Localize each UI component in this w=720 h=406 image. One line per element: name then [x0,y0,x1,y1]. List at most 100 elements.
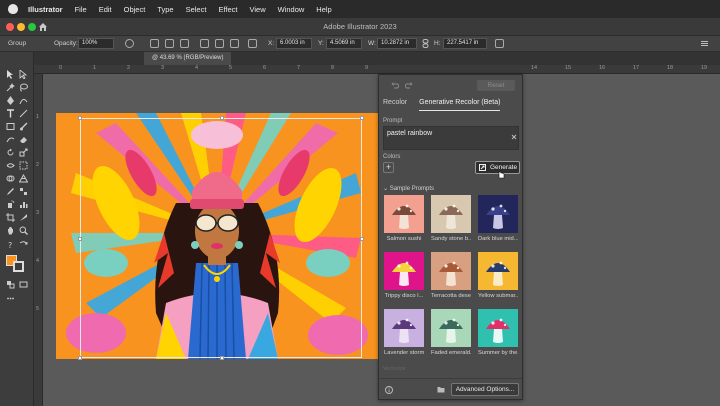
info-icon[interactable] [385,386,393,394]
align-middle-icon[interactable] [215,39,224,48]
hand-tool-icon[interactable] [6,226,15,235]
blend-tool-icon[interactable] [19,187,28,196]
screen-mode-icon[interactable] [19,280,28,289]
w-field[interactable]: 10.2872 in [377,38,417,49]
eyedropper-tool-icon[interactable] [6,187,15,196]
line-segment-tool-icon[interactable] [19,109,28,118]
resize-handle[interactable] [78,237,82,241]
ruler-mark: 5 [36,306,40,312]
sample-prompt-tile[interactable]: Summer by the... [478,309,518,356]
libraries-icon[interactable] [437,386,445,393]
sample-prompt-tile[interactable]: Salmon sushi [384,195,424,242]
prompt-input[interactable]: pastel rainbow [383,126,519,150]
selection-bounding-box[interactable] [78,116,364,360]
reference-point-icon[interactable] [248,39,257,48]
sample-prompt-tile[interactable]: Sandy stone b... [431,195,471,242]
vertical-ruler[interactable]: 1 2 3 4 5 [34,74,43,406]
transform-icon[interactable] [495,39,504,48]
rotate-tool-icon[interactable] [6,148,15,157]
menu-bar: Illustrator File Edit Object Type Select… [0,0,720,18]
resize-handle[interactable] [220,116,224,120]
menu-file[interactable]: File [75,5,87,14]
resize-handle[interactable] [78,116,82,120]
sample-label: Yellow submar... [478,293,518,299]
clear-icon[interactable] [511,134,517,140]
resize-handle[interactable] [220,356,224,360]
width-tool-icon[interactable] [6,161,15,170]
zoom-tool-icon[interactable] [19,226,28,235]
ruler-mark: 0 [59,65,63,71]
edit-toolbar-icon[interactable] [6,294,15,303]
free-transform-tool-icon[interactable] [19,161,28,170]
ruler-mark: 5 [229,65,233,71]
ruler-mark: 18 [667,65,674,71]
menu-select[interactable]: Select [186,5,207,14]
menu-window[interactable]: Window [278,5,305,14]
horizontal-ruler[interactable]: 0 1 2 3 4 5 6 7 8 9 14 15 16 17 18 19 [34,65,720,74]
shaper-tool-icon[interactable] [6,135,15,144]
opacity-field[interactable]: 100% [78,38,114,49]
selection-tool-icon[interactable] [6,70,15,79]
panel-header: Reset [379,75,522,95]
menu-effect[interactable]: Effect [218,5,237,14]
sample-prompt-tile[interactable]: Lavender storm [384,309,424,356]
curvature-tool-icon[interactable] [19,96,28,105]
direct-selection-tool-icon[interactable] [19,70,28,79]
sample-prompt-tile[interactable]: Dark blue mid... [478,195,518,242]
slice-tool-icon[interactable] [19,213,28,222]
menu-edit[interactable]: Edit [99,5,112,14]
pen-tool-icon[interactable] [6,96,15,105]
menu-view[interactable]: View [249,5,265,14]
perspective-grid-tool-icon[interactable] [19,174,28,183]
sample-prompts-header[interactable]: ⌄ Sample Prompts [383,185,434,192]
sample-prompt-tile[interactable]: Terracotta desert [431,252,471,299]
constrain-link-icon[interactable] [421,39,430,48]
fill-stroke-swap-icon[interactable] [19,240,28,249]
type-tool-icon[interactable] [6,109,15,118]
y-field[interactable]: 4.5069 in [326,38,362,49]
resize-handle[interactable] [78,356,82,360]
document-tab[interactable]: @ 43.69 % (RGB/Preview) [144,52,232,65]
advanced-options-button[interactable]: Advanced Options... [451,383,519,396]
undo-icon[interactable] [391,81,399,89]
lasso-tool-icon[interactable] [19,83,28,92]
sample-prompt-tile[interactable]: Faded emerald... [431,309,471,356]
tab-generative-recolor[interactable]: Generative Recolor (Beta) [419,99,501,111]
resize-handle[interactable] [360,116,364,120]
shape-builder-tool-icon[interactable] [6,174,15,183]
drawing-mode-icon[interactable] [6,280,15,289]
add-color-button[interactable]: + [383,162,394,173]
align-icon[interactable] [150,39,159,48]
panel-menu-icon[interactable] [700,39,709,48]
ruler-mark: 14 [531,65,538,71]
column-graph-tool-icon[interactable] [19,200,28,209]
menu-type[interactable]: Type [157,5,173,14]
sample-prompt-tile[interactable]: Yellow submar... [478,252,518,299]
artboard-tool-icon[interactable] [6,213,15,222]
align-bottom-icon[interactable] [230,39,239,48]
reset-button[interactable]: Reset [477,80,515,91]
eraser-tool-icon[interactable] [19,135,28,144]
paintbrush-tool-icon[interactable] [19,122,28,131]
redo-icon[interactable] [405,81,413,89]
scale-tool-icon[interactable] [19,148,28,157]
tools-panel: ? [0,52,34,406]
recolor-artwork-icon[interactable] [125,39,134,48]
h-field[interactable]: 227.5417 in [443,38,487,49]
tab-recolor[interactable]: Recolor [383,99,407,111]
align-right-icon[interactable] [180,39,189,48]
menu-illustrator[interactable]: Illustrator [28,5,63,14]
symbol-sprayer-tool-icon[interactable] [6,200,15,209]
x-field[interactable]: 6.0003 in [276,38,312,49]
rectangle-tool-icon[interactable] [6,122,15,131]
menu-help[interactable]: Help [316,5,331,14]
magic-wand-tool-icon[interactable] [6,83,15,92]
help-icon[interactable]: ? [6,240,15,249]
menu-object[interactable]: Object [124,5,146,14]
align-top-icon[interactable] [200,39,209,48]
align-center-icon[interactable] [165,39,174,48]
apple-icon[interactable] [8,4,18,14]
stroke-swatch[interactable] [13,261,24,272]
resize-handle[interactable] [360,237,364,241]
sample-prompt-tile[interactable]: Trippy disco l... [384,252,424,299]
